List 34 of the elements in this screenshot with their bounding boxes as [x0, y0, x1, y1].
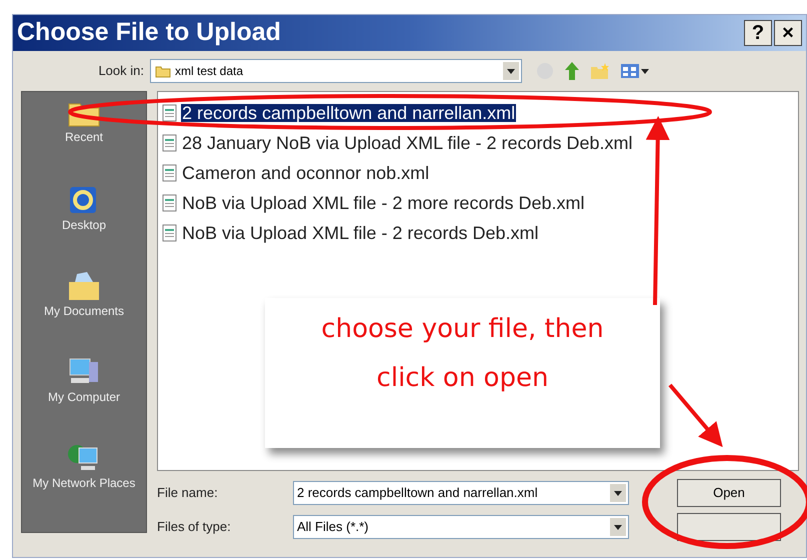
place-label[interactable]: My Computer	[29, 390, 139, 404]
file-icon	[162, 164, 178, 182]
look-in-label: Look in:	[97, 62, 145, 80]
help-button[interactable]: ?	[744, 20, 772, 46]
view-menu-icon[interactable]	[620, 62, 650, 80]
file-item[interactable]: 2 records campbelltown and narrellan.xml	[181, 104, 516, 122]
file-name-label: File name:	[157, 484, 219, 502]
place-label[interactable]: Recent	[29, 130, 139, 144]
place-label[interactable]: Desktop	[29, 218, 139, 232]
file-name-field[interactable]: 2 records campbelltown and narrellan.xml	[293, 481, 629, 505]
file-icon	[162, 104, 178, 122]
file-type-dropdown[interactable]: All Files (*.*)	[293, 515, 629, 539]
arrow	[668, 384, 723, 448]
file-item[interactable]: NoB via Upload XML file - 2 records Deb.xml	[181, 224, 540, 242]
dialog-button[interactable]	[677, 513, 781, 541]
open-button[interactable]: Open	[677, 479, 781, 507]
file-item[interactable]: 28 January NoB via Upload XML file - 2 records Deb.xml	[181, 134, 634, 152]
file-icon	[162, 134, 178, 152]
place-label[interactable]: My Documents	[29, 304, 139, 318]
file-icon	[162, 224, 178, 242]
documents-folder-icon	[67, 270, 101, 302]
file-type-label: Files of type:	[157, 518, 232, 536]
window-title: Choose File to Upload	[17, 17, 282, 48]
look-in-value: xml test data	[175, 63, 244, 80]
place-label[interactable]: My Network Places	[29, 476, 139, 490]
close-button[interactable]: ×	[774, 20, 802, 46]
annotation-text: click on open	[376, 362, 548, 395]
annotation-text: choose your file, then	[321, 313, 604, 346]
file-icon	[162, 194, 178, 212]
look-in-dropdown[interactable]: xml test data	[150, 59, 522, 83]
file-item[interactable]: Cameron and oconnor nob.xml	[181, 164, 430, 182]
file-item[interactable]: NoB via Upload XML file - 2 more records Deb.xml	[181, 194, 586, 212]
folder-icon	[155, 64, 171, 78]
up-arrow-icon[interactable]	[564, 61, 580, 81]
